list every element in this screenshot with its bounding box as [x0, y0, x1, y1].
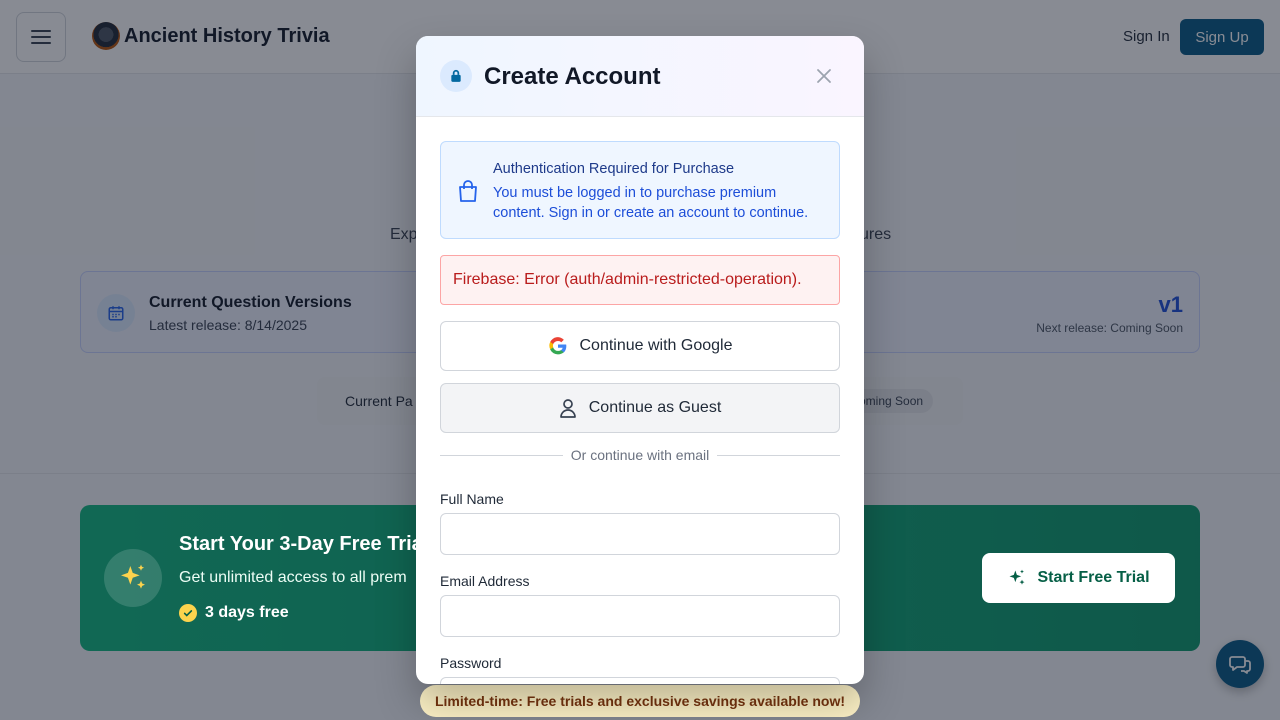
lock-icon: [451, 69, 461, 82]
trial-subtitle: Get unlimited access to all prem: [179, 569, 407, 586]
divider-line-left: [440, 454, 563, 456]
sparkles-icon: [1009, 569, 1025, 585]
google-button-label: Continue with Google: [579, 337, 733, 354]
password-label: Password: [440, 655, 502, 671]
continue-with-google-button[interactable]: Continue with Google: [440, 321, 840, 371]
full-name-label: Full Name: [440, 491, 504, 507]
check-circle-icon: [179, 604, 197, 622]
divider-text: Or continue with email: [570, 447, 710, 463]
modal-header: Create Account: [416, 36, 864, 117]
email-label: Email Address: [440, 573, 530, 589]
error-message: Firebase: Error (auth/admin-restricted-o…: [440, 255, 840, 305]
close-icon: [817, 69, 831, 83]
google-icon: [548, 337, 566, 355]
lock-icon-wrap: [440, 60, 472, 92]
auth-alert-title: Authentication Required for Purchase: [493, 161, 735, 177]
guest-button-label: Continue as Guest: [588, 399, 722, 416]
email-divider: Or continue with email: [440, 445, 841, 465]
trial-days-label: 3 days free: [205, 604, 289, 621]
email-input[interactable]: [440, 595, 840, 637]
trial-days: 3 days free: [179, 604, 289, 622]
trial-title: Start Your 3-Day Free Tria: [179, 533, 423, 555]
sparkles-icon-wrap: [104, 549, 162, 607]
auth-required-alert: Authentication Required for Purchase You…: [440, 141, 840, 239]
promo-bar[interactable]: Limited-time: Free trials and exclusive …: [420, 685, 860, 717]
shopping-bag-icon: [459, 180, 477, 202]
start-free-trial-button[interactable]: Start Free Trial: [982, 553, 1175, 603]
full-name-input[interactable]: [440, 513, 840, 555]
user-icon: [559, 399, 576, 418]
start-free-trial-label: Start Free Trial: [1037, 569, 1150, 586]
auth-alert-text: You must be logged in to purchase premiu…: [493, 185, 809, 221]
close-button[interactable]: [812, 64, 836, 88]
password-input[interactable]: [440, 677, 840, 684]
modal-title: Create Account: [484, 63, 661, 90]
create-account-modal: Create Account Authentication Required f…: [416, 36, 864, 684]
continue-as-guest-button[interactable]: Continue as Guest: [440, 383, 840, 433]
divider-line-right: [717, 454, 841, 456]
sparkles-icon: [121, 564, 145, 589]
